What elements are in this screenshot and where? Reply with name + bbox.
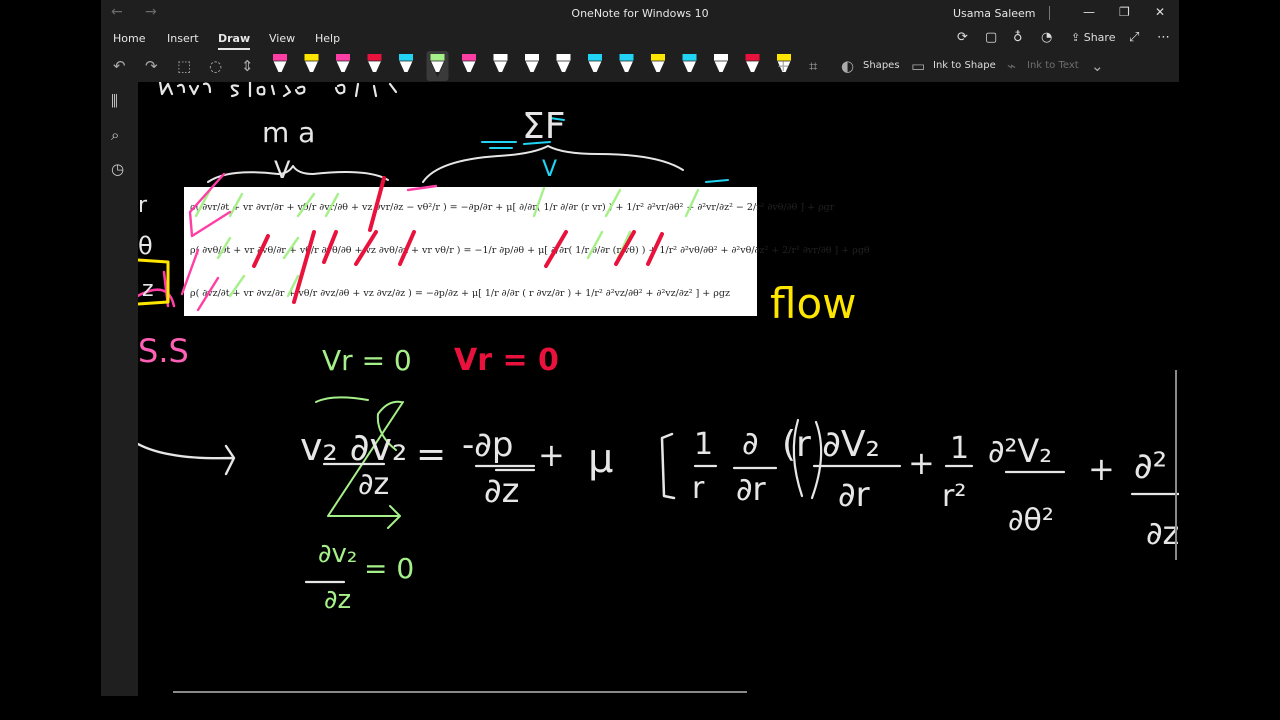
second-derivative-bottom: ∂θ² (1008, 503, 1054, 538)
partial-bottom: ∂r (736, 470, 767, 508)
theta-label: θ (138, 232, 153, 260)
pen-15[interactable] (713, 54, 729, 77)
more-icon[interactable]: ⋯ (1157, 30, 1170, 45)
shapes-icon[interactable]: ◐ (841, 57, 854, 75)
z-label: z (142, 277, 154, 302)
plus-3: + (1088, 450, 1115, 488)
pen-14[interactable] (681, 54, 698, 77)
one-over-r2-top: 1 (950, 431, 969, 466)
recent-icon[interactable]: ◷ (111, 160, 124, 178)
one-over-r-top: 1 (694, 427, 713, 462)
close-button[interactable]: ✕ (1155, 5, 1165, 19)
share-icon: ⇪ (1071, 31, 1084, 44)
plus-2: + (908, 444, 935, 482)
sum-f-label: ΣF (522, 106, 565, 147)
r-term-bottom: ∂r (838, 475, 870, 515)
tab-insert[interactable]: Insert (167, 32, 199, 45)
title-ink (158, 82, 398, 98)
tab-draw[interactable]: Draw (218, 32, 251, 50)
equals: = (416, 434, 446, 475)
vertical-scrollbar[interactable] (1175, 370, 1177, 560)
pen-8[interactable] (492, 54, 509, 77)
note-canvas[interactable]: ρ( ∂vr/∂t + vr ∂vr/∂r + vθ/r ∂vr/∂θ + vz… (138, 82, 1179, 696)
lhs-bottom: ∂z (358, 467, 389, 502)
bell-icon[interactable]: ◔ (1041, 30, 1052, 45)
dvz-dz-bottom: ∂z (324, 585, 351, 615)
ribbon-tabs: Home Insert Draw View Help ⟳ ▢ ♁ ◔ ⇪ Sha… (101, 28, 1179, 50)
ink-to-shape-button[interactable]: Ink to Shape (933, 60, 996, 71)
ma-sub: V (274, 156, 291, 184)
r-label: r (138, 193, 148, 218)
pen-6[interactable] (426, 51, 449, 81)
pen-3[interactable] (335, 54, 351, 77)
search-icon[interactable]: ⌕ (111, 126, 119, 144)
chevron-down-icon[interactable]: ⌄ (1091, 57, 1104, 75)
tab-view[interactable]: View (269, 32, 295, 45)
one-over-r-bottom: r (692, 471, 705, 506)
sum-f-sub: V (542, 157, 557, 182)
title-bar: ← → OneNote for Windows 10 Usama Saleem … (101, 0, 1179, 28)
pressure-bottom: ∂z (484, 471, 519, 511)
flow-label: flow (770, 279, 857, 328)
notebooks-icon[interactable]: ⫼ (111, 92, 118, 110)
last-term-top: ∂² (1134, 446, 1167, 487)
pen-13[interactable] (650, 54, 666, 77)
flow-arrow (138, 442, 236, 476)
shapes-button[interactable]: Shapes (863, 60, 900, 71)
pen-9[interactable] (524, 54, 540, 77)
pen-7[interactable] (461, 54, 477, 77)
second-derivative-top: ∂²V₂ (988, 432, 1052, 470)
one-over-r2-bottom: r² (942, 479, 966, 514)
dvz-dz-top: ∂v₂ (318, 539, 357, 569)
left-rail: ⫼ ⌕ ◷ (101, 82, 138, 696)
share-button[interactable]: ⇪ Share (1071, 31, 1115, 44)
r-term-top: (r ∂V₂ (782, 424, 880, 465)
minimize-button[interactable]: — (1083, 5, 1095, 19)
pen-5[interactable] (398, 54, 414, 77)
lhs-top: v₂ ∂v₂ (300, 425, 407, 469)
pen-4[interactable] (366, 54, 383, 77)
ink-to-text-button[interactable]: Ink to Text (1027, 60, 1079, 71)
pen-16[interactable] (744, 54, 761, 77)
draw-toolbar: ↶ ↷ ⬚ ◌ ⇕ + ⌗ ◐ Shapes ▭ Ink to Shape ⌁ … (101, 50, 1179, 82)
brace-ma (207, 165, 389, 183)
share-label: Share (1083, 31, 1116, 44)
page-icon[interactable]: ▢ (985, 30, 997, 45)
pen-1[interactable] (272, 54, 288, 77)
vr-zero-green: Vr = 0 (322, 344, 412, 377)
maximize-button[interactable]: ❐ (1119, 5, 1130, 19)
bracket-ink (660, 432, 676, 500)
pen-11[interactable] (587, 54, 603, 77)
vr-zero-red: Vr = 0 (454, 343, 559, 378)
ink-to-text-icon[interactable]: ⌁ (1007, 57, 1016, 75)
pen-2[interactable] (303, 54, 320, 77)
pressure-top: -∂p (462, 425, 513, 465)
onenote-window: ← → OneNote for Windows 10 Usama Saleem … (101, 0, 1179, 696)
plus-1: + (538, 436, 565, 474)
title-separator (1049, 6, 1050, 20)
ink-to-shape-icon[interactable]: ▭ (911, 57, 925, 75)
ink-layer: m a V ΣF V θ r z S.S flow Vr = 0 Vr = 0 … (138, 82, 1179, 615)
steady-state-label: S.S (138, 332, 189, 370)
tab-home[interactable]: Home (113, 32, 145, 45)
tab-help[interactable]: Help (315, 32, 340, 45)
lightbulb-icon[interactable]: ♁ (1013, 30, 1023, 45)
partial-top: ∂ (742, 424, 759, 462)
ruler-icon[interactable]: ⌗ (809, 57, 817, 75)
add-pen-icon[interactable]: + (777, 57, 790, 75)
pen-gallery (272, 51, 792, 81)
pen-10[interactable] (555, 54, 572, 77)
mu-symbol: μ (588, 436, 613, 482)
ma-label: m a (262, 116, 315, 149)
pen-12[interactable] (618, 54, 635, 77)
user-name[interactable]: Usama Saleem (953, 7, 1036, 20)
horizontal-scrollbar[interactable] (173, 691, 747, 693)
sync-icon[interactable]: ⟳ (957, 30, 968, 45)
expand-icon[interactable]: ⤢ (1129, 30, 1139, 45)
dvz-dz-equals: = 0 (364, 552, 414, 585)
